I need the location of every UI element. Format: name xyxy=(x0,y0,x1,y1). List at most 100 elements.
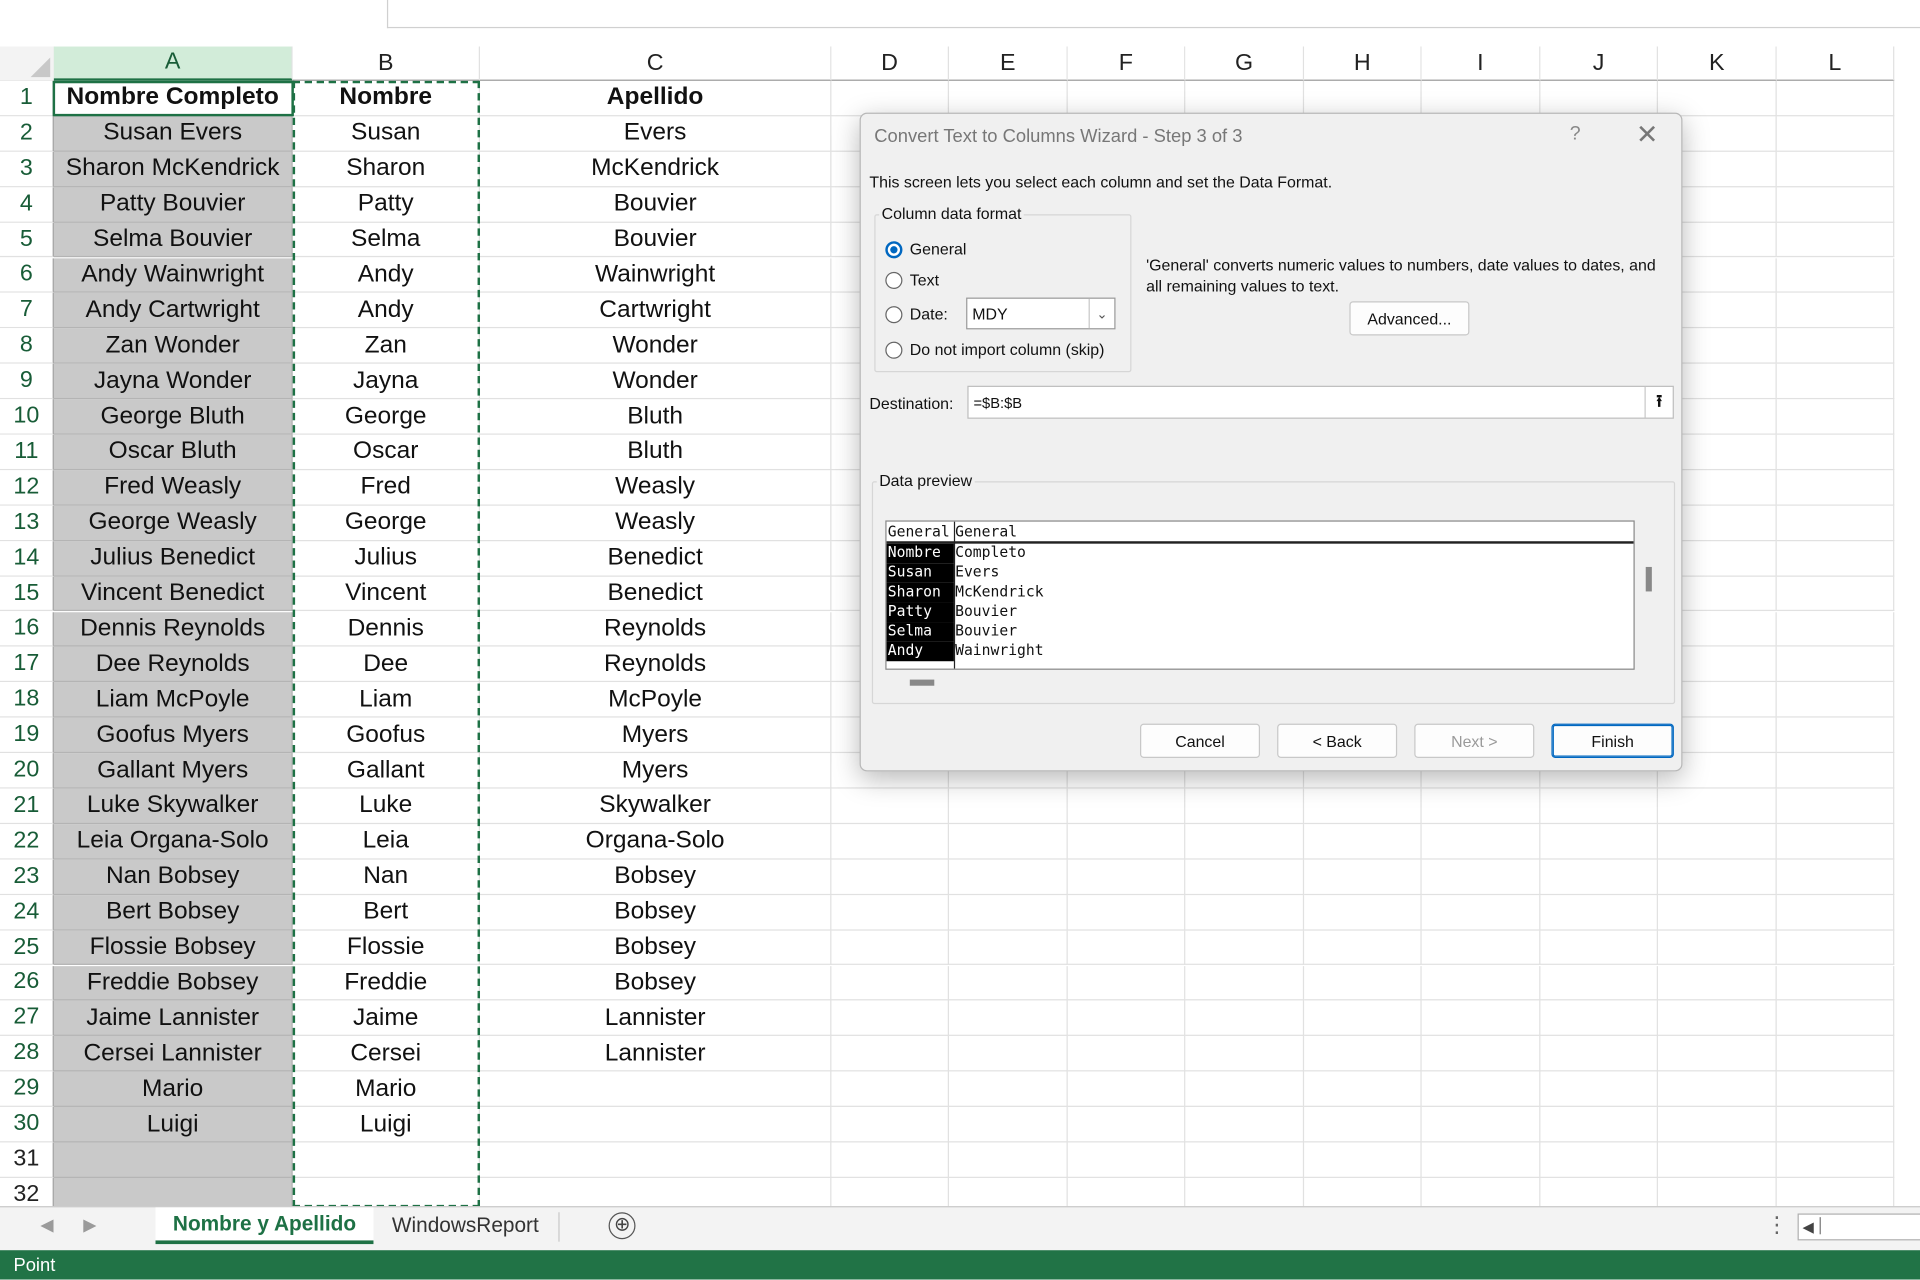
cell-i1[interactable] xyxy=(1421,80,1541,117)
row-header[interactable]: 31 xyxy=(0,1142,54,1178)
cell-d24[interactable] xyxy=(831,894,949,931)
cell-e22[interactable] xyxy=(948,823,1068,860)
cell-b5[interactable]: Selma xyxy=(292,222,481,258)
preview-cell-col2[interactable]: Bouvier xyxy=(955,622,1017,639)
cell-h22[interactable] xyxy=(1304,823,1422,860)
cell-a14[interactable]: Julius Benedict xyxy=(53,540,293,577)
cell-b14[interactable]: Julius xyxy=(292,540,481,577)
cell-c28[interactable]: Lannister xyxy=(480,1036,832,1072)
cell-i30[interactable] xyxy=(1421,1107,1541,1143)
more-options-icon[interactable]: ⋮ xyxy=(1766,1212,1788,1238)
cell-a22[interactable]: Leia Organa-Solo xyxy=(53,823,293,860)
cell-k26[interactable] xyxy=(1657,965,1777,1001)
close-icon[interactable]: ✕ xyxy=(1636,119,1659,151)
preview-horizontal-scrollbar[interactable] xyxy=(909,679,935,686)
cell-e26[interactable] xyxy=(948,965,1068,1001)
cell-l23[interactable] xyxy=(1776,859,1895,895)
cell-l20[interactable] xyxy=(1776,753,1895,789)
cell-a3[interactable]: Sharon McKendrick xyxy=(53,151,293,187)
cell-d27[interactable] xyxy=(831,1000,949,1037)
cell-c27[interactable]: Lannister xyxy=(480,1000,832,1037)
cell-b29[interactable]: Mario xyxy=(292,1071,481,1108)
row-header[interactable]: 6 xyxy=(0,257,54,294)
row-header[interactable]: 25 xyxy=(0,930,54,966)
cell-i28[interactable] xyxy=(1421,1036,1541,1072)
cell-l27[interactable] xyxy=(1776,1000,1895,1037)
preview-cell-col2[interactable]: McKendrick xyxy=(955,583,1043,600)
cell-c17[interactable]: Reynolds xyxy=(480,647,832,683)
cell-f23[interactable] xyxy=(1067,859,1186,895)
cell-a16[interactable]: Dennis Reynolds xyxy=(53,611,293,648)
cell-a13[interactable]: George Weasly xyxy=(53,505,293,541)
cell-h1[interactable] xyxy=(1304,80,1422,117)
cell-h25[interactable] xyxy=(1304,930,1422,966)
cell-c2[interactable]: Evers xyxy=(480,116,832,152)
cell-a8[interactable]: Zan Wonder xyxy=(53,328,293,364)
cell-i29[interactable] xyxy=(1421,1071,1541,1108)
cell-e28[interactable] xyxy=(948,1036,1068,1072)
column-header-i[interactable]: I xyxy=(1421,46,1541,81)
cell-k31[interactable] xyxy=(1657,1142,1777,1178)
cell-a17[interactable]: Dee Reynolds xyxy=(53,647,293,683)
cell-f26[interactable] xyxy=(1067,965,1186,1001)
row-header[interactable]: 18 xyxy=(0,682,54,718)
row-header[interactable]: 2 xyxy=(0,116,54,152)
cell-b26[interactable]: Freddie xyxy=(292,965,481,1001)
cell-g26[interactable] xyxy=(1185,965,1305,1001)
cell-b28[interactable]: Cersei xyxy=(292,1036,481,1072)
cell-c1[interactable]: Apellido xyxy=(480,80,832,117)
cell-b8[interactable]: Zan xyxy=(292,328,481,364)
cell-a24[interactable]: Bert Bobsey xyxy=(53,894,293,931)
row-header[interactable]: 15 xyxy=(0,576,54,612)
cell-d30[interactable] xyxy=(831,1107,949,1143)
cell-b13[interactable]: George xyxy=(292,505,481,541)
cell-h30[interactable] xyxy=(1304,1107,1422,1143)
cell-g29[interactable] xyxy=(1185,1071,1305,1108)
cell-c13[interactable]: Weasly xyxy=(480,505,832,541)
cell-b7[interactable]: Andy xyxy=(292,293,481,329)
cell-l13[interactable] xyxy=(1776,505,1895,541)
cell-l3[interactable] xyxy=(1776,151,1895,187)
cell-l30[interactable] xyxy=(1776,1107,1895,1143)
cell-g23[interactable] xyxy=(1185,859,1305,895)
cell-d25[interactable] xyxy=(831,930,949,966)
row-header[interactable]: 9 xyxy=(0,363,54,400)
cell-a29[interactable]: Mario xyxy=(53,1071,293,1108)
cell-c10[interactable]: Bluth xyxy=(480,399,832,435)
cell-k28[interactable] xyxy=(1657,1036,1777,1072)
cell-l29[interactable] xyxy=(1776,1071,1895,1108)
cell-a11[interactable]: Oscar Bluth xyxy=(53,434,293,471)
radio-date-indicator[interactable] xyxy=(885,305,903,323)
cell-a31[interactable] xyxy=(53,1142,293,1178)
cell-d1[interactable] xyxy=(831,80,949,117)
radio-skip-indicator[interactable] xyxy=(885,341,903,359)
cell-h21[interactable] xyxy=(1304,788,1422,824)
row-header[interactable]: 22 xyxy=(0,823,54,860)
row-header[interactable]: 1 xyxy=(0,80,54,117)
cell-a6[interactable]: Andy Wainwright xyxy=(53,257,293,294)
cell-c5[interactable]: Bouvier xyxy=(480,222,832,258)
preview-cell-col1[interactable]: Susan xyxy=(886,563,954,583)
cell-a10[interactable]: George Bluth xyxy=(53,399,293,435)
cell-c7[interactable]: Cartwright xyxy=(480,293,832,329)
cell-c16[interactable]: Reynolds xyxy=(480,611,832,648)
select-all-corner[interactable] xyxy=(0,46,56,83)
cell-e31[interactable] xyxy=(948,1142,1068,1178)
cell-h27[interactable] xyxy=(1304,1000,1422,1037)
cell-l18[interactable] xyxy=(1776,682,1895,718)
next-sheet-icon[interactable]: ▶ xyxy=(83,1215,96,1236)
row-header[interactable]: 27 xyxy=(0,1000,54,1037)
cell-h28[interactable] xyxy=(1304,1036,1422,1072)
cell-f24[interactable] xyxy=(1067,894,1186,931)
cell-e25[interactable] xyxy=(948,930,1068,966)
cell-f28[interactable] xyxy=(1067,1036,1186,1072)
cell-a5[interactable]: Selma Bouvier xyxy=(53,222,293,258)
column-header-b[interactable]: B xyxy=(292,46,481,81)
cell-b24[interactable]: Bert xyxy=(292,894,481,931)
column-header-k[interactable]: K xyxy=(1657,46,1777,81)
row-header[interactable]: 13 xyxy=(0,505,54,541)
radio-text-indicator[interactable] xyxy=(885,271,903,289)
cell-i26[interactable] xyxy=(1421,965,1541,1001)
date-format-dropdown[interactable]: MDY ⌄ xyxy=(966,297,1116,330)
preview-cell-col1[interactable]: Nombre xyxy=(886,543,954,564)
